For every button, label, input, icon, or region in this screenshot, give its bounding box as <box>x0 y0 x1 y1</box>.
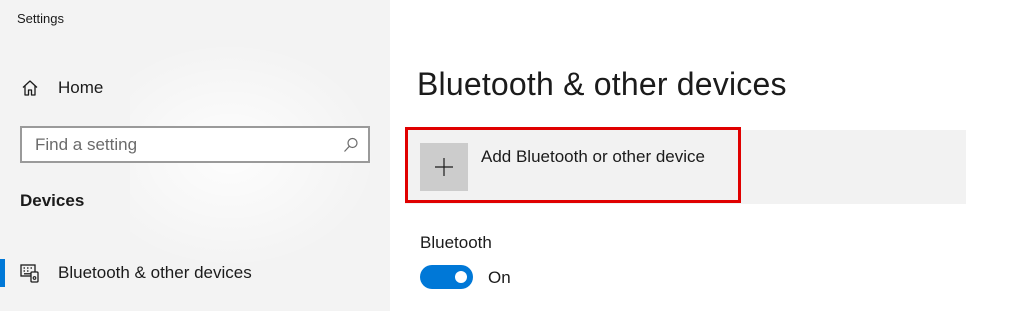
search-icon[interactable] <box>342 136 360 154</box>
bluetooth-label: Bluetooth <box>420 233 492 252</box>
add-device-button[interactable]: Add Bluetooth or other device <box>405 130 966 204</box>
bluetooth-devices-icon <box>20 263 40 283</box>
sidebar: Settings Home Devices <box>0 0 390 311</box>
section-heading: Devices <box>20 191 85 210</box>
search-input[interactable] <box>33 133 337 156</box>
plus-icon <box>420 143 468 191</box>
sidebar-item-bluetooth[interactable]: Bluetooth & other devices <box>0 256 390 290</box>
home-icon <box>20 78 40 98</box>
window-title: Settings <box>17 11 64 26</box>
add-device-label: Add Bluetooth or other device <box>481 147 705 166</box>
bluetooth-toggle[interactable] <box>420 265 473 289</box>
selection-indicator <box>0 259 5 287</box>
sidebar-item-label: Bluetooth & other devices <box>58 263 252 282</box>
sidebar-item-home[interactable]: Home <box>20 74 370 102</box>
toggle-knob <box>455 271 467 283</box>
sidebar-item-label: Home <box>58 78 104 97</box>
search-field[interactable] <box>20 126 370 163</box>
page-title: Bluetooth & other devices <box>417 66 787 102</box>
toggle-state-label: On <box>488 268 511 287</box>
